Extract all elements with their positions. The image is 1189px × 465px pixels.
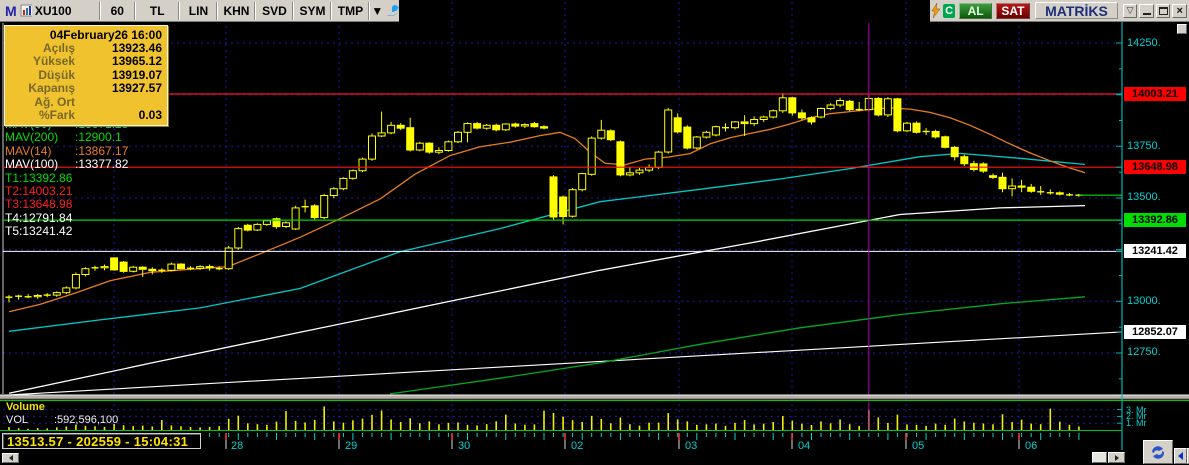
status-bar: 13513.57 - 202559 - 15:04:31 — [2, 433, 201, 449]
toolbar-item-tmp[interactable]: TMP — [332, 0, 368, 21]
axis-level-badge: 13648.98 — [1124, 160, 1186, 175]
date-label: 29 — [345, 440, 358, 452]
axis-price-label: 13500. — [1127, 191, 1161, 204]
tooltip-datetime: 04February26 16:00 — [49, 28, 162, 42]
legend-row: MAV(100):13377.82 — [5, 157, 129, 172]
chart-canvas[interactable] — [0, 0, 1189, 465]
lightning-icon[interactable] — [930, 3, 941, 18]
tooltip-row: Kapanış 13927.57 — [28, 81, 162, 96]
tooltip-row: Yüksek 13965.12 — [32, 54, 162, 69]
c-icon[interactable]: C — [942, 3, 956, 18]
toolbar-left: M XU100 60 TL LIN KHN SVD SYM TMP ▼ — [0, 0, 400, 22]
legend-row: T4:12791.84 — [5, 210, 73, 225]
indicator-legend: MAV(50):13671.25MAV(200):12900.1MAV(14):… — [5, 117, 129, 239]
period-button[interactable]: 60 — [101, 0, 134, 21]
toolbar-item-khn[interactable]: KHN — [218, 0, 254, 21]
legend-row: MAV(14):13867.17 — [5, 143, 129, 158]
tooltip-row: Açılış 13923.46 — [42, 41, 162, 55]
axis-level-badge: 12852.07 — [1124, 324, 1186, 339]
toolbar-item-lin[interactable]: LIN — [180, 0, 216, 21]
date-label: 28 — [231, 440, 244, 452]
axis-price-label: 14250. — [1127, 36, 1161, 49]
axis-price-label: 13750. — [1127, 139, 1161, 152]
axis-scroll-button[interactable] — [1177, 24, 1187, 34]
symbol-field[interactable]: XU100 — [32, 0, 99, 21]
ohlc-tooltip: 04February26 16:00 Açılış 13923.46 Yüksek 1… — [4, 25, 168, 127]
date-label: 04 — [798, 440, 811, 452]
legend-row: MAV(200):12900.1 — [5, 130, 122, 145]
chevron-down-icon[interactable]: ▼ — [370, 0, 384, 21]
currency-button[interactable]: TL — [136, 0, 179, 21]
toolbar-item-svd[interactable]: SVD — [256, 0, 292, 21]
axis-price-label: 12750. — [1127, 346, 1161, 359]
close-button[interactable]: × — [1172, 3, 1187, 18]
toolbar-right: C AL SAT MATRİKS ▽ × — [930, 0, 1189, 22]
legend-row: T1:13392.86 — [5, 170, 73, 185]
volume-label: VOL — [6, 414, 29, 426]
axis-price-label: 13000. — [1127, 294, 1161, 307]
tooltip-row: Ağ. Ort — [34, 94, 75, 109]
legend-row: T5:13241.42 — [5, 224, 73, 239]
date-label: 30 — [458, 440, 471, 452]
symbol-chart-icon — [20, 4, 32, 17]
volume-readout: VOL :592,596,100 — [6, 414, 118, 426]
date-label: 05 — [912, 440, 925, 452]
maximize-button[interactable] — [1155, 3, 1171, 18]
volume-pane-title: Volume — [6, 401, 45, 413]
axis-level-badge: 13392.86 — [1124, 213, 1186, 228]
date-label: 02 — [571, 440, 584, 452]
twitter-icon[interactable] — [386, 4, 400, 18]
sell-button[interactable]: SAT — [995, 2, 1031, 19]
date-label: 03 — [685, 440, 698, 452]
legend-row: T3:13648.98 — [5, 197, 73, 212]
date-label: 06 — [1025, 440, 1038, 452]
volume-value: :592,596,100 — [54, 414, 119, 426]
toolbar-menu: LIN KHN SVD SYM TMP — [180, 0, 371, 21]
legend-row: T2:14003.21 — [5, 184, 73, 199]
tooltip-row: Düşük 13919.07 — [38, 67, 162, 82]
tooltip-row: %Fark 0.03 — [38, 108, 162, 123]
matriks-logo: MATRİKS — [1035, 2, 1118, 19]
app-m-logo: M — [5, 2, 17, 19]
window-dropdown-button[interactable]: ▽ — [1122, 3, 1138, 18]
volume-scale-label: 1. Mr — [1126, 418, 1147, 429]
axis-level-badge: 13241.42 — [1124, 244, 1186, 259]
buy-button[interactable]: AL — [959, 2, 992, 19]
toolbar-item-sym[interactable]: SYM — [294, 0, 330, 21]
minimize-button[interactable] — [1139, 3, 1154, 18]
axis-level-badge: 14003.21 — [1124, 87, 1186, 101]
